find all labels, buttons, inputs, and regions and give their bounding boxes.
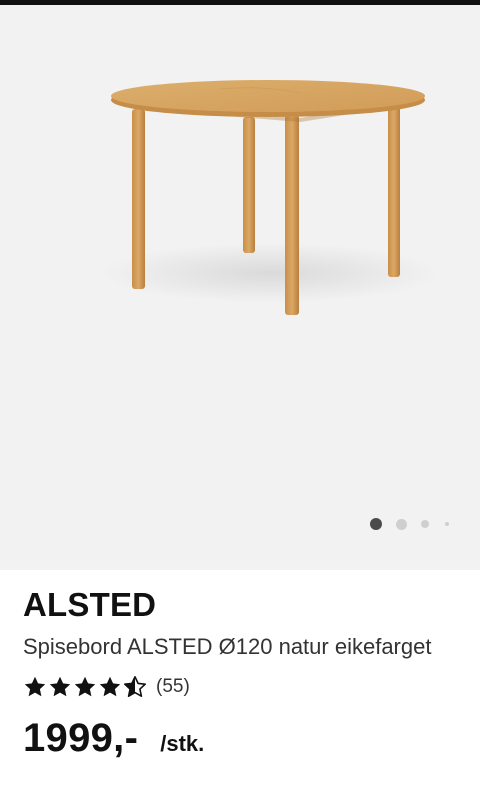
product-image-gallery[interactable] <box>0 5 480 570</box>
gallery-dot-1[interactable] <box>370 518 382 530</box>
gallery-dot-2[interactable] <box>396 518 407 530</box>
product-price: 1999,- <box>23 716 139 760</box>
gallery-pagination[interactable] <box>370 516 449 532</box>
rating-count[interactable]: (55) <box>156 676 190 698</box>
gallery-dot-4[interactable] <box>445 522 449 526</box>
price-row: 1999,- /stk. <box>23 716 204 761</box>
table-leg-back-right <box>388 107 400 277</box>
product-info[interactable]: ALSTED Spisebord ALSTED Ø120 natur eikef… <box>0 570 480 788</box>
table-leg-front-left <box>132 109 145 289</box>
star-filled-icon <box>99 676 121 697</box>
product-brand: ALSTED <box>23 586 157 623</box>
gallery-dot-3[interactable] <box>421 520 429 528</box>
price-unit: /stk. <box>160 731 205 756</box>
table-leg-back-left <box>243 117 255 253</box>
product-description: Spisebord ALSTED Ø120 natur eikefarget <box>23 634 432 659</box>
rating-stars <box>23 675 147 699</box>
star-half-icon <box>124 676 146 697</box>
star-filled-icon <box>49 676 71 697</box>
star-filled-icon <box>74 676 96 697</box>
product-rating[interactable]: (55) <box>23 675 190 699</box>
round-dining-table-image <box>100 80 440 315</box>
table-leg-front-right <box>285 115 299 315</box>
star-filled-icon <box>24 676 46 697</box>
